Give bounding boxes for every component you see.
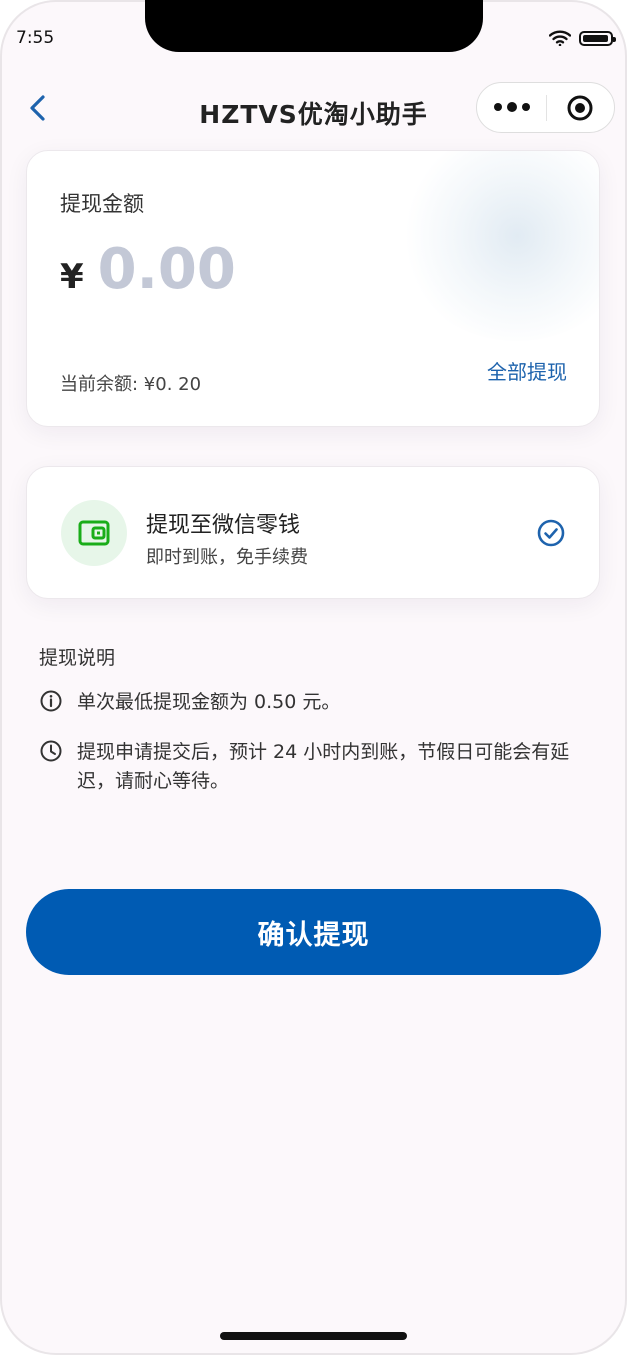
phone-screen: 7:55 HZTVS优淘小助手 提现金额 ¥ 当前余额: ¥0. 20 [0,0,627,1355]
confirm-withdraw-button[interactable]: 确认提现 [26,889,601,975]
amount-card: 提现金额 ¥ 当前余额: ¥0. 20 全部提现 [26,150,600,427]
wifi-icon [549,30,571,46]
wallet-icon [78,520,110,546]
battery-icon [579,30,616,46]
note-text: 单次最低提现金额为 0.50 元。 [77,691,341,713]
miniprogram-capsule [476,82,615,133]
current-balance: 当前余额: ¥0. 20 [60,374,202,395]
clock-icon [40,740,62,762]
currency-symbol: ¥ [60,257,84,297]
more-menu-icon[interactable] [477,102,546,112]
notes-title: 提现说明 [39,647,116,669]
device-notch [145,0,483,52]
status-icons [549,30,616,46]
home-indicator [220,1332,407,1340]
method-subtitle: 即时到账，免手续费 [146,547,308,568]
status-time: 7:55 [16,28,55,48]
note-text: 提现申请提交后，预计 24 小时内到账，节假日可能会有延迟，请耐心等待。 [77,741,570,792]
info-icon [40,690,62,712]
amount-row: ¥ [60,237,398,302]
note-item: 提现申请提交后，预计 24 小时内到账，节假日可能会有延迟，请耐心等待。 [39,738,579,796]
amount-input[interactable] [97,237,398,302]
note-item: 单次最低提现金额为 0.50 元。 [39,688,579,717]
method-icon-circle [61,500,127,566]
amount-label: 提现金额 [60,192,144,216]
method-title: 提现至微信零钱 [146,513,301,538]
withdraw-all-link[interactable]: 全部提现 [487,356,567,385]
close-miniprogram-icon[interactable] [547,94,614,122]
decorative-glow [397,151,599,341]
withdraw-method-wechat[interactable]: 提现至微信零钱 即时到账，免手续费 [26,466,600,599]
check-circle-icon[interactable] [537,519,565,547]
